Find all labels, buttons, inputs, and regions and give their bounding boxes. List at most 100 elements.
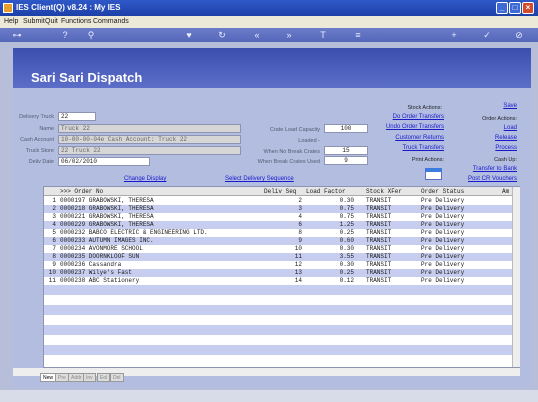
text-icon[interactable]: T	[318, 30, 328, 40]
crate-load-capacity-field[interactable]: 100	[324, 124, 368, 133]
load-factor-cell: 0.25	[339, 269, 354, 276]
stock-xfer-cell: TRANSIT	[366, 213, 392, 220]
order-status-cell: Pre Delivery	[421, 229, 465, 236]
load-factor-cell: 3.55	[339, 253, 354, 260]
when-no-break-crates-field[interactable]: 15	[324, 146, 368, 155]
deliv-seq-cell: 13	[294, 269, 302, 276]
tab-inv[interactable]: Inv	[83, 373, 96, 382]
order-status-cell: Pre Delivery	[421, 277, 465, 284]
stock-xfer-cell: TRANSIT	[366, 277, 392, 284]
delivery-truck-field[interactable]: 22	[58, 112, 96, 121]
stock-xfer-cell: TRANSIT	[366, 269, 392, 276]
table-row[interactable]: 11 0000238 ABC Stationery 14 0.12 TRANSIT Pre…	[44, 277, 512, 285]
when-break-crates-used-label: When Break Crates Used	[257, 159, 320, 165]
refresh-icon[interactable]: ↻	[217, 30, 227, 40]
table-row[interactable]: 7 0000234 AVONMORE SCHOOL 10 0.30 TRANSIT Pre…	[44, 245, 512, 253]
do-order-transfers-link[interactable]: Do Order Transfers	[380, 114, 444, 120]
empty-row	[44, 285, 512, 295]
col-deliv-seq[interactable]: Deliv Seq	[264, 188, 296, 195]
col-order-no[interactable]: >>> Order No	[60, 188, 103, 195]
order-no-cell: 0000221 GRABOWSKI, THERESA	[60, 213, 154, 220]
truck-transfers-link[interactable]: Truck Transfers	[380, 145, 444, 151]
empty-row	[44, 355, 512, 365]
col-order-status[interactable]: Order Status	[421, 188, 464, 195]
when-break-crates-used-field[interactable]: 9	[324, 156, 368, 165]
menu-functions[interactable]: Functions	[61, 18, 91, 25]
menu-quit[interactable]: Quit	[45, 18, 58, 25]
first-page-icon[interactable]: «	[252, 30, 262, 40]
truck-store-field[interactable]: 22 Truck 22	[58, 146, 241, 155]
save-link[interactable]: Save	[470, 103, 517, 109]
change-display-link[interactable]: Change Display	[124, 176, 166, 182]
row-number: 2	[52, 205, 56, 212]
menu-help[interactable]: Help	[4, 18, 18, 25]
cancel-icon[interactable]: ⊘	[514, 30, 524, 40]
select-delivery-sequence-link[interactable]: Select Delivery Sequence	[225, 176, 294, 182]
transfer-to-bank-link[interactable]: Transfer to Bank	[455, 166, 517, 172]
menu-commands[interactable]: Commands	[93, 18, 129, 25]
title-bar: IES Client(Q) v8.24 : My IES _ □ ×	[0, 0, 538, 16]
table-row[interactable]: 6 0000233 AUTUMN IMAGES INC. 9 0.60 TRANSIT P…	[44, 237, 512, 245]
process-link[interactable]: Process	[470, 145, 517, 151]
undo-order-transfers-link[interactable]: Undo Order Transfers	[370, 124, 444, 130]
help-icon[interactable]: ?	[60, 30, 70, 40]
col-load-factor[interactable]: Load Factor	[306, 188, 346, 195]
col-stock-xfer[interactable]: Stock XFer	[366, 188, 402, 195]
crate-load-capacity-label: Crate Load Capacity	[269, 127, 320, 133]
load-factor-cell: 0.30	[339, 261, 354, 268]
printer-icon[interactable]	[425, 168, 442, 180]
stock-xfer-cell: TRANSIT	[366, 253, 392, 260]
deliv-date-field[interactable]: 06/02/2010	[58, 157, 150, 166]
deliv-seq-cell: 10	[294, 245, 302, 252]
list-icon[interactable]: ≡	[353, 30, 363, 40]
cash-account-field[interactable]: 10-00-00-04e Cash Account: Truck 22	[58, 135, 241, 144]
close-button[interactable]: ×	[522, 2, 534, 14]
name-field[interactable]: Truck 22	[58, 124, 241, 133]
menu-submit[interactable]: Submit	[23, 18, 45, 25]
table-row[interactable]: 10 0000237 Wilye's Fast 13 0.25 TRANSIT Pre D…	[44, 269, 512, 277]
tab-eol[interactable]: Eol	[97, 373, 111, 382]
deliv-seq-cell: 8	[298, 229, 302, 236]
deliv-seq-cell: 11	[294, 253, 302, 260]
vertical-scrollbar[interactable]	[512, 187, 520, 367]
load-factor-cell: 0.25	[339, 229, 354, 236]
table-row[interactable]: 1 0000197 GRABOWSKI, THERESA 2 0.30 TRANSIT P…	[44, 197, 512, 205]
menu-bar: Help Submit Quit Functions Commands	[0, 16, 538, 28]
maximize-button[interactable]: □	[509, 2, 521, 14]
table-row[interactable]: 5 0000232 BABCO ELECTRIC & ENGINEERING LT…	[44, 229, 512, 237]
tab-del[interactable]: Del	[110, 373, 124, 382]
release-link[interactable]: Release	[470, 135, 517, 141]
post-cr-vouchers-link[interactable]: Post CR Vouchers	[455, 176, 517, 182]
table-row[interactable]: 3 0000221 GRABOWSKI, THERESA 4 0.75 TRANSIT P…	[44, 213, 512, 221]
table-row[interactable]: 9 0000236 Cassandra 12 0.30 TRANSIT Pre Deliv…	[44, 261, 512, 269]
minimize-button[interactable]: _	[496, 2, 508, 14]
order-no-cell: 0000197 GRABOWSKI, THERESA	[60, 197, 154, 204]
cash-up-label: Cash Up:	[494, 157, 517, 163]
toolbar: ⊶ ? ⚲ ♥ ↻ « » T ≡ + ✓ ⊘	[0, 28, 538, 42]
table-row[interactable]: 4 0000229 GRABOWSKI, THERESA 6 1.25 TRANSIT P…	[44, 221, 512, 229]
order-status-cell: Pre Delivery	[421, 269, 465, 276]
order-no-cell: 0000218 GRABOWSKI, THERESA	[60, 205, 154, 212]
order-status-cell: Pre Delivery	[421, 237, 465, 244]
tab-new[interactable]: New	[40, 373, 57, 382]
cash-account-label: Cash Account	[20, 137, 54, 143]
tab-pre[interactable]: Pre	[55, 373, 69, 382]
search-icon[interactable]: ⚲	[86, 30, 96, 40]
table-row[interactable]: 2 0000218 GRABOWSKI, THERESA 3 0.75 TRANSIT P…	[44, 205, 512, 213]
key-icon[interactable]: ⊶	[6, 30, 28, 40]
add-icon[interactable]: +	[449, 30, 459, 40]
load-factor-cell: 0.75	[339, 205, 354, 212]
check-icon[interactable]: ✓	[482, 30, 492, 40]
load-link[interactable]: Load	[470, 125, 517, 131]
window-title: IES Client(Q) v8.24 : My IES	[16, 3, 121, 12]
deliv-seq-cell: 3	[298, 205, 302, 212]
last-page-icon[interactable]: »	[284, 30, 294, 40]
deliv-seq-cell: 12	[294, 261, 302, 268]
order-no-cell: 0000229 GRABOWSKI, THERESA	[60, 221, 154, 228]
heart-icon[interactable]: ♥	[184, 30, 194, 40]
col-amount[interactable]: Am	[502, 188, 509, 195]
table-row[interactable]: 8 0000235 DOORNKLOOF SUN 11 3.55 TRANSIT Pre …	[44, 253, 512, 261]
app-icon	[3, 3, 13, 13]
customer-returns-link[interactable]: Customer Returns	[380, 135, 444, 141]
order-status-cell: Pre Delivery	[421, 213, 465, 220]
